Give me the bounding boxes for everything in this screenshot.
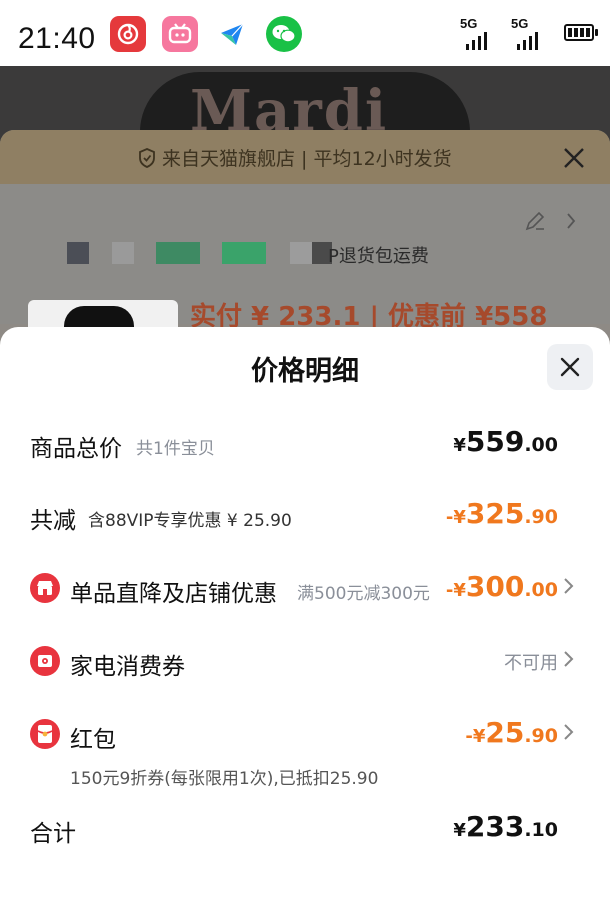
shop-banner-text: 来自天猫旗舰店 | 平均12小时发货 <box>162 148 452 170</box>
store-icon <box>30 573 60 603</box>
wechat-icon <box>266 16 302 52</box>
store-discount-amount: -¥300.00 <box>446 570 558 603</box>
feishu-icon <box>214 16 250 52</box>
total-price-row: 商品总价 共1件宝贝 ¥559.00 <box>0 425 610 465</box>
status-time: 21:40 <box>18 22 96 55</box>
discount-label: 共减 <box>30 508 76 534</box>
amount-integer: 233 <box>465 810 525 843</box>
store-discount-label: 单品直降及店铺优惠 <box>70 581 277 607</box>
amount-integer: 325 <box>465 497 525 530</box>
total-price-amount: ¥559.00 <box>453 425 558 458</box>
discount-amount: -¥325.90 <box>446 497 558 530</box>
sheet-title: 价格明细 <box>251 356 359 387</box>
chevron-right-icon <box>564 578 574 594</box>
amount-decimal: .00 <box>524 434 558 456</box>
shop-banner: 来自天猫旗舰店 | 平均12小时发货 <box>0 130 610 184</box>
store-discount-rule: 满500元减300元 <box>297 584 430 604</box>
amount-decimal: .00 <box>524 579 558 601</box>
red-packet-label: 红包 <box>70 727 116 753</box>
signal-label: 5G <box>511 16 529 31</box>
currency-prefix: ¥ <box>453 435 466 456</box>
amount-integer: 25 <box>485 716 525 749</box>
bilibili-icon <box>162 16 198 52</box>
netease-music-icon <box>110 16 146 52</box>
price-detail-sheet: 价格明细 商品总价 共1件宝贝 ¥559.00 共减 含88VIP专享优惠 ¥ … <box>0 327 610 901</box>
shield-icon <box>139 148 155 168</box>
total-price-label: 商品总价 <box>30 436 122 462</box>
currency-prefix: -¥ <box>465 726 486 747</box>
vip-discount-text: 含88VIP专享优惠 ¥ 25.90 <box>88 511 292 531</box>
red-packet-amount: -¥25.90 <box>465 716 558 749</box>
close-icon <box>564 148 584 168</box>
battery-icon <box>564 24 598 41</box>
amount-integer: 300 <box>465 570 525 603</box>
amount-decimal: .10 <box>524 819 558 841</box>
amount-decimal: .90 <box>524 506 558 528</box>
red-packet-icon <box>30 719 60 749</box>
red-packet-row[interactable]: 红包 -¥25.90 <box>0 716 610 756</box>
status-bar: 21:40 5G 5G <box>0 0 610 66</box>
red-packet-note: 150元9折券(每张限用1次),已抵扣25.90 <box>70 769 379 789</box>
amount-decimal: .90 <box>524 725 558 747</box>
appliance-coupon-row[interactable]: 家电消费券 不可用 <box>0 643 610 683</box>
close-button[interactable] <box>547 344 593 390</box>
sum-row: 合计 ¥233.10 <box>0 810 610 850</box>
signal-label: 5G <box>460 16 478 31</box>
chevron-right-icon <box>564 651 574 667</box>
coupon-icon <box>30 646 60 676</box>
currency-prefix: -¥ <box>445 507 466 528</box>
discount-row: 共减 含88VIP专享优惠 ¥ 25.90 -¥325.90 <box>0 497 610 537</box>
close-icon <box>560 357 580 377</box>
item-count-text: 共1件宝贝 <box>136 439 215 459</box>
store-discount-row[interactable]: 单品直降及店铺优惠 满500元减300元 -¥300.00 <box>0 570 610 610</box>
order-details-background: P退货包运费 实付 ¥ 233.1 | 优惠前 ¥558 <box>0 184 610 340</box>
currency-prefix: ¥ <box>453 820 466 841</box>
chevron-right-icon <box>567 213 576 229</box>
amount-integer: 559 <box>465 425 525 458</box>
sum-label: 合计 <box>30 821 76 847</box>
appliance-coupon-label: 家电消费券 <box>70 654 185 680</box>
currency-prefix: -¥ <box>445 580 466 601</box>
sum-amount: ¥233.10 <box>453 810 558 843</box>
edit-icon <box>525 211 545 231</box>
coupon-status: 不可用 <box>504 653 558 674</box>
return-shipping-text: P退货包运费 <box>328 246 429 267</box>
chevron-right-icon <box>564 724 574 740</box>
